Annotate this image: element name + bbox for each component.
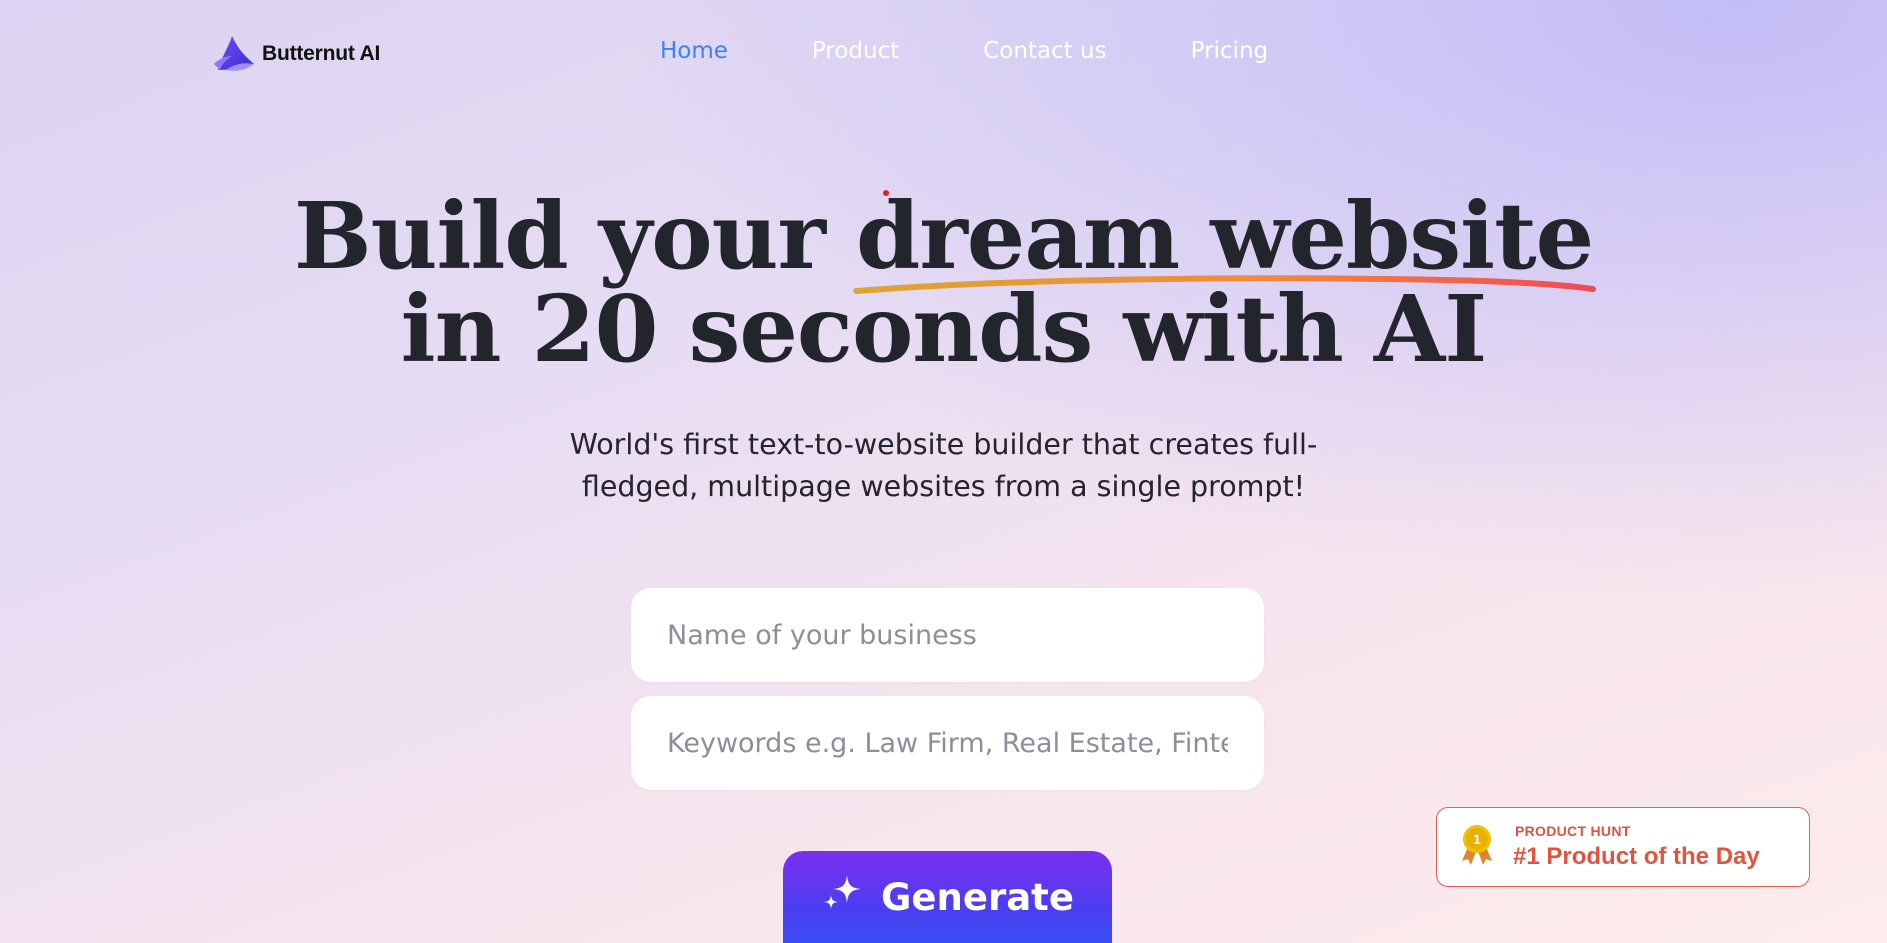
medal-icon: 1 [1459,823,1495,871]
generate-label: Generate [881,875,1074,919]
hero-subtitle-line2: fledged, multipage websites from a singl… [581,470,1306,503]
nav-home[interactable]: Home [660,38,728,64]
business-name-input[interactable] [631,588,1264,682]
nav-contact-us[interactable]: Contact us [983,38,1106,64]
medal-number: 1 [1473,831,1481,847]
nav-pricing[interactable]: Pricing [1191,38,1269,64]
hero-subtitle-line1: World's first text-to-website builder th… [569,428,1318,461]
butternut-logo-icon [212,34,256,74]
badge-title: #1 Product of the Day [1513,843,1760,870]
badge-kicker: PRODUCT HUNT [1515,823,1631,839]
hero-title-start: Build your [293,182,856,290]
product-hunt-badge[interactable]: 1 PRODUCT HUNT #1 Product of the Day [1436,807,1810,887]
generate-button[interactable]: Generate [783,851,1112,943]
highlight-underline [853,275,1597,294]
brand-name: Butternut AI [262,42,381,65]
badge-text: PRODUCT HUNT #1 Product of the Day [1513,823,1760,871]
main-nav: Home Product Contact us Pricing [660,38,1268,64]
brand-logo[interactable]: Butternut AI [212,34,380,74]
hero-subtitle: World's first text-to-website builder th… [0,424,1887,508]
hero-title: Build your dream website in 20 seconds w… [0,190,1887,376]
hero-title-highlight-wrap: dream website [853,190,1597,294]
sparkles-icon [821,873,865,922]
cursor-dot [883,190,889,196]
nav-product[interactable]: Product [812,38,899,64]
keywords-input[interactable] [631,696,1264,790]
